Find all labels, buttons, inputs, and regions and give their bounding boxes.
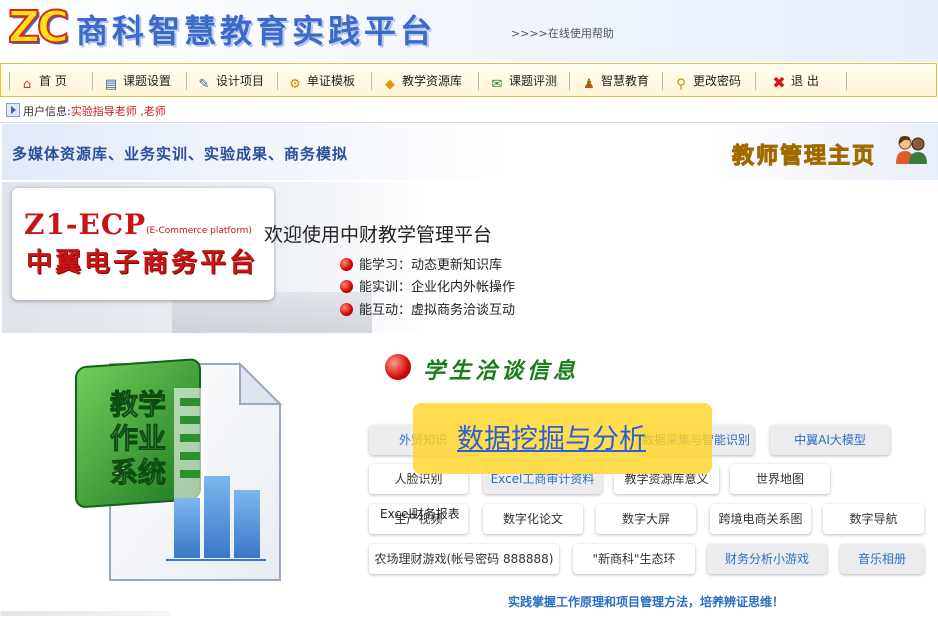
nav-separator [755, 72, 756, 90]
nav-topic-settings[interactable]: ▤ 课题设置 [103, 71, 172, 92]
welcome-text: 欢迎使用中财教学管理平台 [264, 224, 493, 246]
data-mining-tooltip[interactable]: 数据挖掘与分析 [413, 403, 712, 474]
chip-finance-game[interactable]: 财务分析小游戏 [707, 544, 827, 574]
users-icon: ♟ [583, 77, 595, 92]
chip-music-album[interactable]: 音乐相册 [840, 544, 924, 574]
nav-design-project[interactable]: ✎ 设计项目 [196, 71, 265, 92]
bullet-icon [340, 258, 353, 271]
nav-design-project-label: 设计项目 [216, 74, 265, 88]
document-icon: ▤ [104, 77, 118, 92]
chip-crossborder-graph[interactable]: 跨境电商关系图 [710, 504, 811, 534]
nav-home[interactable]: ⌂ 首 页 [19, 71, 67, 92]
platform-brand-cn: 中翼电子商务平台 [26, 248, 259, 278]
home-icon: ⌂ [22, 77, 32, 92]
nav-topic-review-label: 课题评测 [509, 74, 558, 88]
edu-icon-text: 作业 [110, 422, 166, 455]
nav-smart-education-label: 智慧教育 [601, 74, 650, 88]
gear-icon: ⚙ [289, 77, 301, 92]
user-info-bar: 用户信息:实验指导老师 ,老师 [0, 101, 938, 123]
nav-separator [662, 72, 663, 90]
user-info-value: 实验指导老师 ,老师 [70, 105, 166, 118]
hero-banner: Z1-ECP (E-Commerce platform) 中翼电子商务平台 欢迎… [2, 182, 938, 333]
close-icon: ✖ [772, 73, 786, 92]
nav-separator [92, 72, 93, 90]
hero-feature-text: 能实训：企业化内外帐操作 [359, 280, 516, 295]
edit-icon: ✎ [198, 77, 210, 92]
bullet-icon [340, 303, 353, 316]
bullet-icon [385, 354, 411, 380]
edu-icon-text: 教学 [110, 388, 166, 421]
excel-financial-report-link[interactable]: Excel财务报表 [380, 505, 460, 522]
chip-digital-navigation[interactable]: 数字导航 [823, 504, 924, 534]
chip-farm-game[interactable]: 农场理财游戏(帐号密码 888888) [369, 544, 559, 574]
nav-separator [277, 72, 278, 90]
nav-separator [569, 72, 570, 90]
nav-separator [371, 72, 372, 90]
edu-icon-text: 系统 [110, 456, 166, 489]
platform-brand: Z1-ECP [24, 208, 147, 241]
bullet-icon [340, 280, 353, 293]
hero-feature: 能学习：动态更新知识库 [340, 254, 502, 273]
nav-home-label: 首 页 [39, 74, 67, 88]
help-link[interactable]: >>>>在线使用帮助 [511, 25, 614, 41]
nav-resource-library[interactable]: ◆ 教学资源库 [382, 71, 463, 92]
site-title: 商科智慧教育实践平台 [76, 12, 437, 50]
nav-smart-education[interactable]: ♟ 智慧教育 [581, 71, 650, 92]
nav-topic-review[interactable]: ✉ 课题评测 [489, 71, 558, 92]
platform-brand-sub: (E-Commerce platform) [146, 226, 252, 236]
nav-doc-template[interactable]: ⚙ 单证模板 [287, 71, 356, 92]
nav-separator [846, 72, 847, 90]
platform-card: Z1-ECP (E-Commerce platform) 中翼电子商务平台 [12, 188, 274, 300]
student-negotiation-title: 学生洽谈信息 [423, 358, 580, 384]
nav-doc-template-label: 单证模板 [307, 74, 356, 88]
nav-separator [478, 72, 479, 90]
user-info-label: 用户信息: [23, 105, 71, 118]
nav-logout-label: 退 出 [791, 74, 819, 88]
bottom-scroll-track [0, 611, 170, 616]
teaching-homework-system-icon[interactable]: 教学 作业 系统 [70, 358, 290, 586]
hero-feature: 能实训：企业化内外帐操作 [340, 276, 515, 295]
data-mining-link[interactable]: 数据挖掘与分析 [457, 417, 646, 456]
nav-change-password[interactable]: ⚲ 更改密码 [673, 71, 742, 92]
lightbulb-icon: ◆ [385, 77, 395, 92]
nav-separator [9, 72, 10, 90]
hero-feature-text: 能互动：虚拟商务洽谈互动 [359, 303, 516, 318]
key-icon: ⚲ [676, 77, 686, 92]
teacher-home-title: 教师管理主页 [731, 143, 877, 170]
hero-feature-text: 能学习：动态更新知识库 [359, 258, 503, 273]
nav-topic-settings-label: 课题设置 [123, 74, 172, 88]
play-icon [6, 103, 20, 117]
nav-logout[interactable]: ✖ 退 出 [771, 71, 819, 91]
chip-ecosystem[interactable]: "新商科"生态环 [573, 544, 695, 574]
nav-resource-library-label: 教学资源库 [402, 74, 463, 88]
footer-slogan: 实践掌握工作原理和项目管理方法，培养辨证思维！ [508, 595, 785, 609]
chip-digital-paper[interactable]: 数字化论文 [483, 504, 583, 534]
nav-separator [186, 72, 187, 90]
main-nav: ⌂ 首 页 ▤ 课题设置 ✎ 设计项目 ⚙ 单证模板 ◆ 教学资源库 ✉ 课题评测 ♟ 智慧教… [0, 63, 937, 97]
nav-change-password-label: 更改密码 [693, 74, 742, 88]
chip-world-map[interactable]: 世界地图 [730, 464, 830, 494]
hero-feature: 能互动：虚拟商务洽谈互动 [340, 299, 515, 318]
chip-digital-screen[interactable]: 数字大屏 [596, 504, 696, 534]
people-icon [896, 136, 927, 164]
banner-features-text: 多媒体资源库、业务实训、实验成果、商务模拟 [12, 145, 349, 163]
envelope-icon: ✉ [491, 77, 503, 92]
logo: ZC [7, 2, 70, 53]
teacher-banner: 多媒体资源库、业务实训、实验成果、商务模拟 教师管理主页 [2, 124, 938, 180]
chip-ai-model[interactable]: 中翼AI大模型 [770, 425, 890, 455]
header: ZC 商科智慧教育实践平台 >>>>在线使用帮助 [0, 0, 938, 62]
